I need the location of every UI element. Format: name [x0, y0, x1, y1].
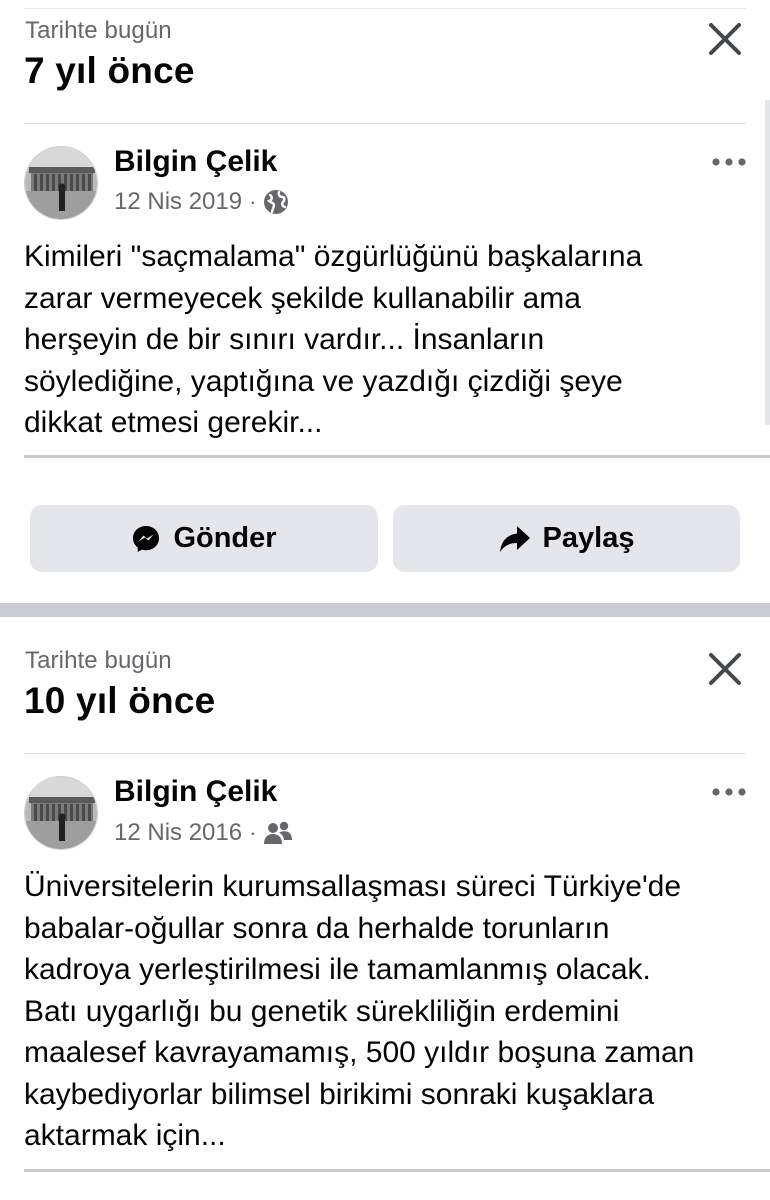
more-options-button[interactable]: [710, 782, 748, 802]
memory-card: Tarihte bugün 7 yıl önce Bilgin Çelik 12…: [0, 0, 770, 605]
post-meta: 12 Nis 2016 ·: [114, 819, 293, 847]
share-arrow-icon: [499, 525, 530, 552]
close-button[interactable]: [706, 650, 744, 688]
post-author[interactable]: Bilgin Çelik: [114, 775, 277, 809]
header-divider: [24, 123, 746, 124]
avatar-image: [25, 777, 97, 849]
post-meta: 12 Nis 2019 ·: [114, 188, 289, 216]
post-date[interactable]: 12 Nis 2019: [114, 188, 242, 216]
close-icon: [709, 23, 741, 55]
messenger-icon: [133, 525, 160, 552]
memory-card: Tarihte bugün 10 yıl önce Bilgin Çelik 1…: [0, 617, 770, 1200]
post-bottom-divider: [24, 1169, 770, 1172]
share-label: Paylaş: [542, 522, 635, 554]
post-text: Kimileri "saçmalama" özgürlüğünü başkala…: [24, 240, 643, 439]
post-text: Üniversitelerin kurumsallaşması süreci T…: [24, 870, 695, 1152]
memory-kicker: Tarihte bugün: [25, 17, 172, 44]
post-bottom-divider: [24, 455, 770, 458]
memory-kicker: Tarihte bugün: [25, 647, 172, 674]
post-author[interactable]: Bilgin Çelik: [114, 145, 277, 179]
share-button[interactable]: Paylaş: [393, 505, 740, 572]
avatar-image: [25, 147, 97, 219]
avatar[interactable]: [24, 146, 98, 220]
more-options-button[interactable]: [710, 152, 748, 172]
header-divider: [24, 753, 746, 754]
post-date[interactable]: 12 Nis 2016: [114, 819, 242, 847]
scroll-edge: [765, 100, 770, 425]
avatar[interactable]: [24, 776, 98, 850]
send-label: Gönder: [173, 522, 277, 554]
years-ago-title: 10 yıl önce: [24, 680, 216, 721]
globe-icon: [264, 190, 289, 214]
friends-icon: [264, 821, 293, 844]
years-ago-title: 7 yıl önce: [24, 50, 195, 91]
section-divider: [0, 603, 770, 617]
close-button[interactable]: [706, 20, 744, 58]
ellipsis-icon: [712, 158, 746, 166]
meta-separator: ·: [249, 820, 257, 845]
close-icon: [709, 653, 741, 685]
send-button[interactable]: Gönder: [30, 505, 378, 572]
ellipsis-icon: [712, 788, 746, 796]
meta-separator: ·: [249, 189, 257, 214]
